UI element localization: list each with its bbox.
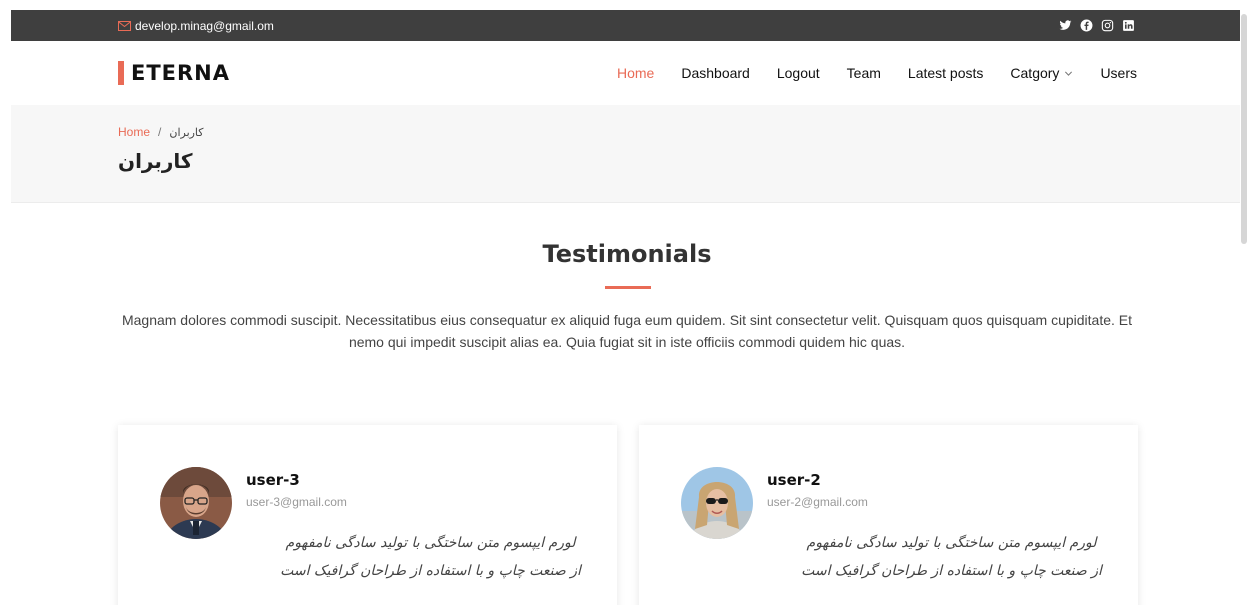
nav-category[interactable]: Catgory xyxy=(1010,65,1073,81)
card-quote-line: از صنعت چاپ و با استفاده از طراحان گرافی… xyxy=(801,563,1102,579)
nav-latest-posts[interactable]: Latest posts xyxy=(908,65,984,81)
user-photo-icon xyxy=(681,467,753,539)
scrollbar-thumb[interactable] xyxy=(1241,14,1247,244)
nav-category-label[interactable]: Catgory xyxy=(1010,65,1059,81)
nav-logout[interactable]: Logout xyxy=(777,65,820,81)
breadcrumb-section: Home / کاربران کاربران xyxy=(11,105,1240,203)
nav-team[interactable]: Team xyxy=(847,65,881,81)
breadcrumb-home[interactable]: Home xyxy=(118,125,150,139)
card-user-email: user-2@gmail.com xyxy=(767,495,868,509)
breadcrumb: Home / کاربران xyxy=(118,125,204,139)
avatar xyxy=(160,467,232,539)
nav-dashboard[interactable]: Dashboard xyxy=(681,65,750,81)
testimonial-card: user-3 user-3@gmail.com لورم ایپسوم متن … xyxy=(118,425,617,605)
card-user-name: user-2 xyxy=(767,471,821,489)
card-user-email: user-3@gmail.com xyxy=(246,495,347,509)
breadcrumb-current: کاربران xyxy=(169,126,204,139)
section-description: Magnam dolores commodi suscipit. Necessi… xyxy=(121,312,1133,350)
topbar: develop.minag@gmail.om xyxy=(11,10,1240,41)
page-title: کاربران xyxy=(118,149,193,173)
section-title: Testimonials xyxy=(542,240,712,268)
instagram-icon[interactable] xyxy=(1101,19,1114,32)
nav-home[interactable]: Home xyxy=(617,65,654,81)
logo-bar xyxy=(118,61,124,85)
card-quote-line: از صنعت چاپ و با استفاده از طراحان گرافی… xyxy=(280,563,581,579)
card-quote: لورم ایپسوم متن ساختگی با تولید سادگی نا… xyxy=(248,529,613,585)
envelope-icon xyxy=(118,20,131,31)
user-photo-icon xyxy=(160,467,232,539)
main-nav: Home Dashboard Logout Team Latest posts … xyxy=(590,41,1137,105)
topbar-email[interactable]: develop.minag@gmail.om xyxy=(118,10,274,41)
linkedin-icon[interactable] xyxy=(1122,19,1135,32)
breadcrumb-separator: / xyxy=(158,125,162,139)
chevron-down-icon xyxy=(1065,71,1073,76)
card-quote-line: لورم ایپسوم متن ساختگی با تولید سادگی نا… xyxy=(285,535,576,551)
header: ETERNA Home Dashboard Logout Team Latest… xyxy=(11,41,1240,105)
card-quote: لورم ایپسوم متن ساختگی با تولید سادگی نا… xyxy=(769,529,1134,585)
logo[interactable]: ETERNA xyxy=(118,61,230,85)
title-underline xyxy=(605,286,651,289)
twitter-icon[interactable] xyxy=(1059,19,1072,32)
card-user-name: user-3 xyxy=(246,471,300,489)
card-quote-line: لورم ایپسوم متن ساختگی با تولید سادگی نا… xyxy=(806,535,1097,551)
page-scrollbar[interactable] xyxy=(1240,0,1248,605)
testimonial-card: user-2 user-2@gmail.com لورم ایپسوم متن … xyxy=(639,425,1138,605)
topbar-email-text[interactable]: develop.minag@gmail.om xyxy=(135,19,274,33)
social-links xyxy=(1059,10,1135,41)
logo-text[interactable]: ETERNA xyxy=(131,61,230,85)
avatar xyxy=(681,467,753,539)
facebook-icon[interactable] xyxy=(1080,19,1093,32)
nav-users[interactable]: Users xyxy=(1100,65,1137,81)
